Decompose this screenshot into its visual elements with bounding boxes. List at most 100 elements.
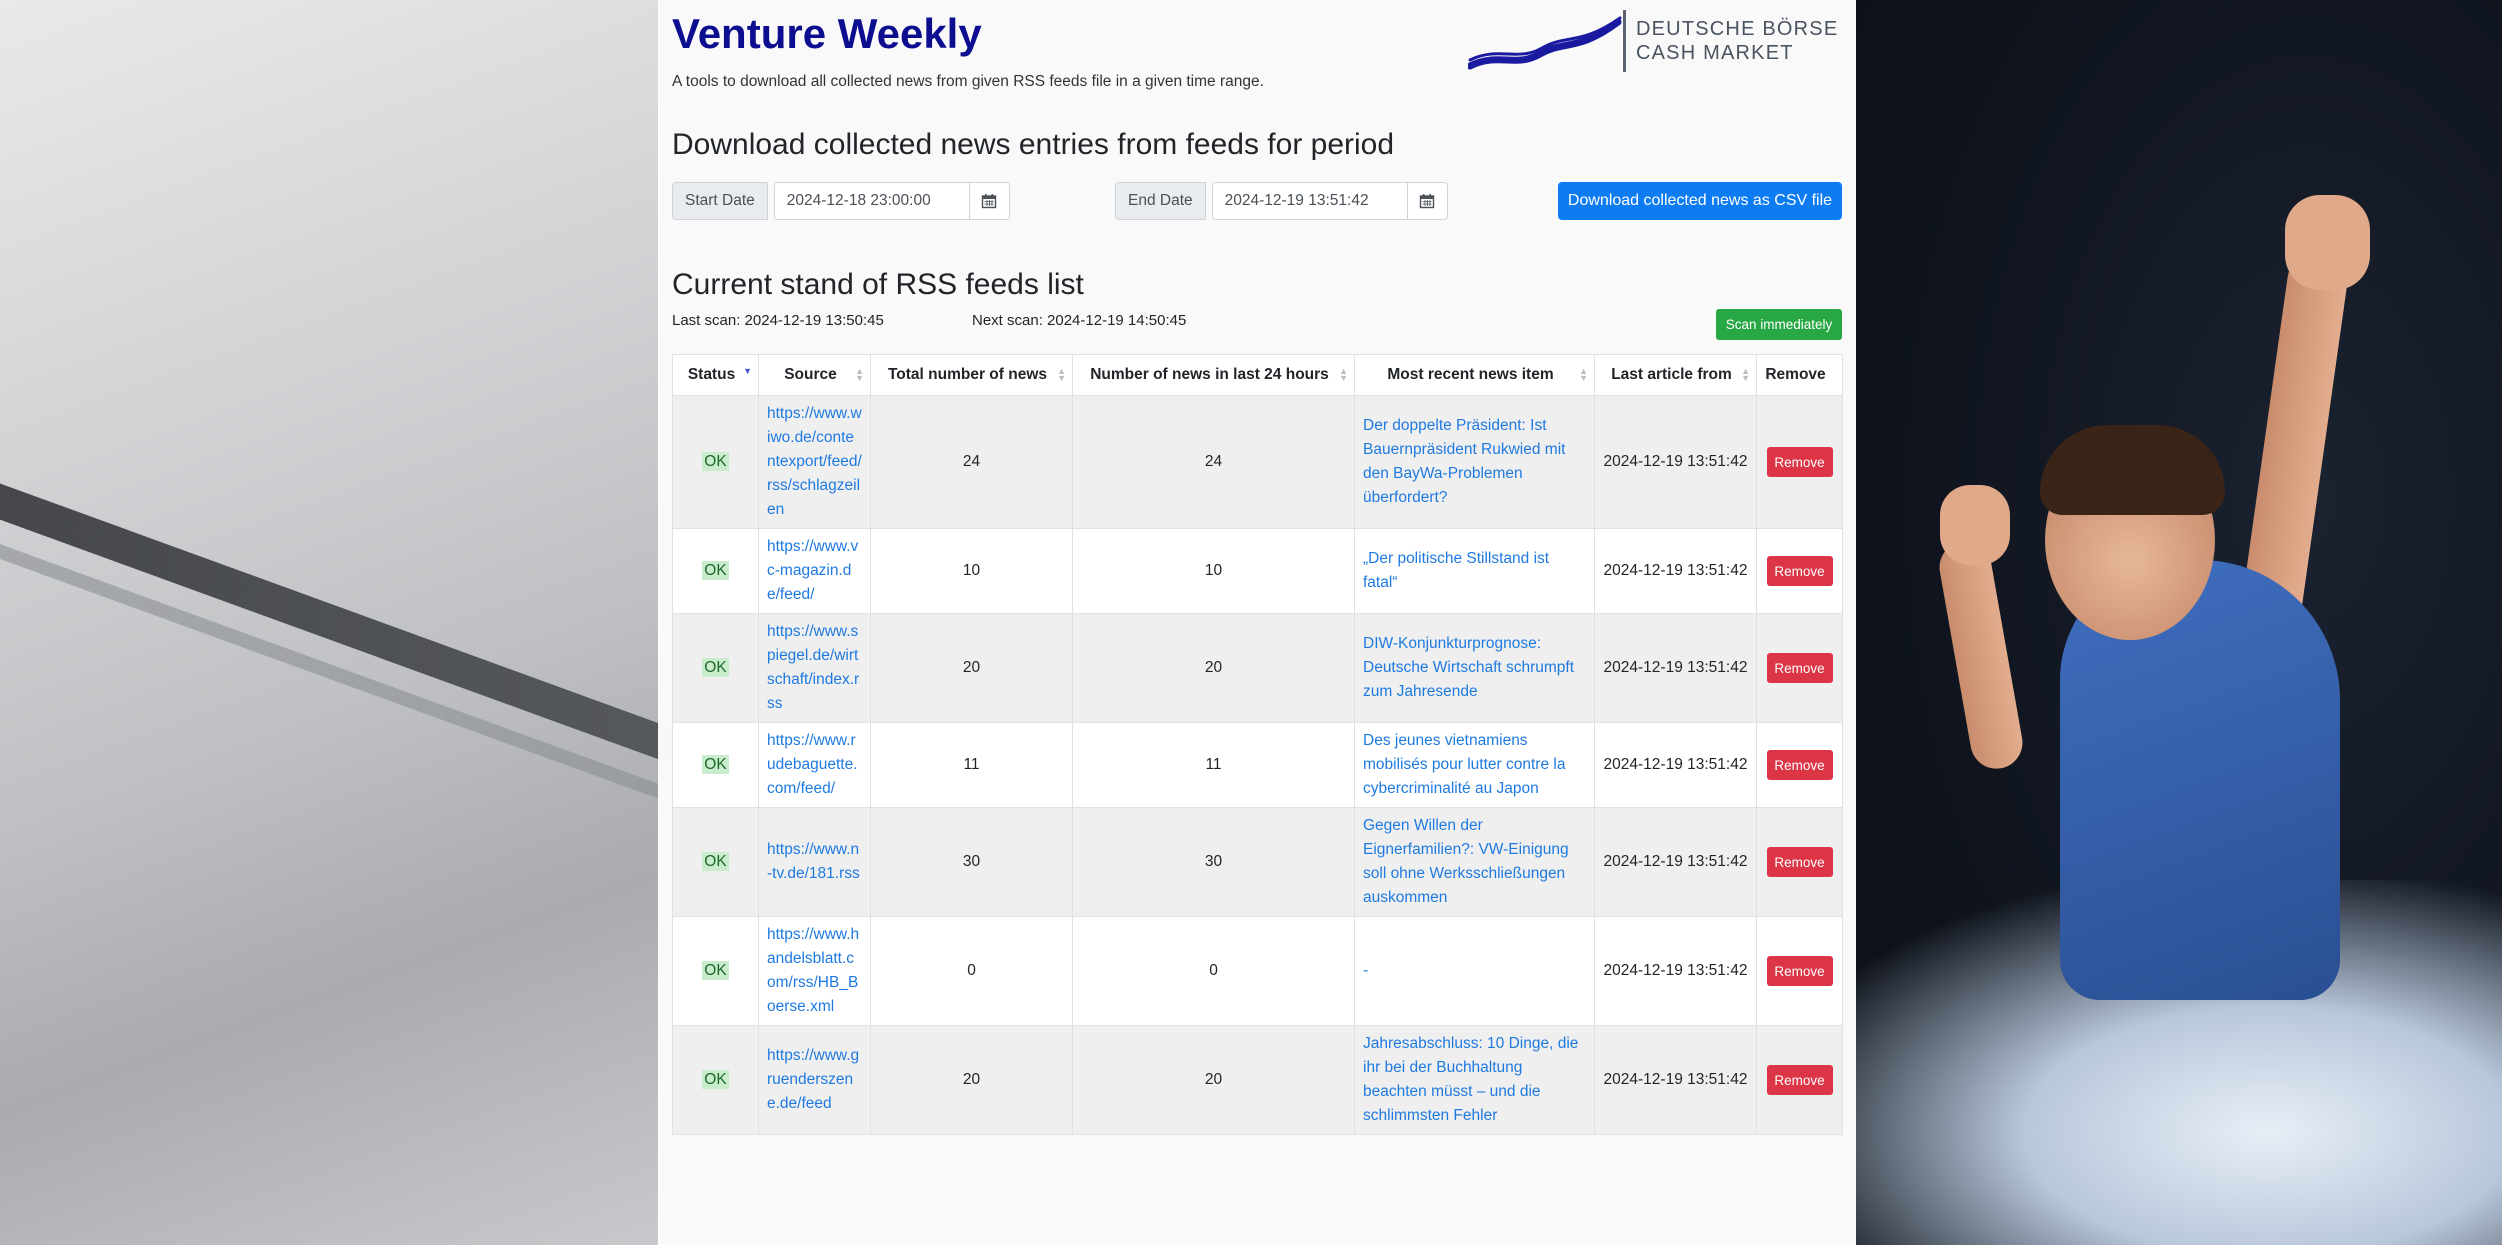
status-badge: OK [702,1070,729,1089]
source-link[interactable]: https://www.wiwo.de/contentexport/feed/r… [767,405,862,518]
end-date-group: End Date [1115,182,1448,220]
status-cell: OK [672,807,759,917]
remove-cell: Remove [1756,395,1843,529]
source-cell: https://www.spiegel.de/wirtschaft/index.… [758,613,871,723]
recent-cell: - [1354,916,1595,1026]
source-cell: https://www.wiwo.de/contentexport/feed/r… [758,395,871,529]
recent-cell: DIW-Konjunkturprognose: Deutsche Wirtsch… [1354,613,1595,723]
column-header-source[interactable]: Source ▲ ▼ [758,354,871,396]
main-panel: Venture Weekly A tools to download all c… [658,0,1856,1245]
last-article-cell: 2024-12-19 13:51:42 [1594,528,1757,614]
start-date-picker-button[interactable] [969,182,1010,220]
download-csv-button[interactable]: Download collected news as CSV file [1558,182,1842,220]
source-link[interactable]: https://www.n-tv.de/181.rss [767,841,860,882]
download-heading: Download collected news entries from fee… [672,128,1395,161]
start-date-group: Start Date [672,182,1010,220]
remove-button[interactable]: Remove [1766,956,1833,986]
background-beam [0,530,677,804]
recent-news-link[interactable]: Der doppelte Präsident: Ist Bauernpräsid… [1363,417,1565,506]
end-date-picker-button[interactable] [1407,182,1448,220]
table-row: OK https://www.handelsblatt.com/rss/HB_B… [672,916,1843,1026]
table-row: OK https://www.vc-magazin.de/feed/ 10 10… [672,528,1843,614]
source-cell: https://www.handelsblatt.com/rss/HB_Boer… [758,916,871,1026]
last-article-cell: 2024-12-19 13:51:42 [1594,395,1757,529]
person-fist [1940,485,2010,565]
remove-button[interactable]: Remove [1766,847,1833,877]
end-date-label: End Date [1115,182,1206,220]
app-title: Venture Weekly [672,10,982,57]
column-header-label: Total number of news [887,366,1048,383]
sort-icon: ▲ ▼ [1339,366,1348,383]
remove-cell: Remove [1756,1025,1843,1135]
background-photo-left [0,0,680,1245]
column-header-label: Last article from [1611,366,1732,383]
recent-cell: Gegen Willen der Eignerfamilien?: VW-Ein… [1354,807,1595,917]
source-link[interactable]: https://www.gruenderszene.de/feed [767,1047,859,1112]
last-scan-text: Last scan: 2024-12-19 13:50:45 [672,312,884,329]
sort-desc-icon: ▼ [743,366,752,376]
status-cell: OK [672,916,759,1026]
background-beam [0,471,680,763]
logo-wave-icon [1468,16,1622,70]
source-link[interactable]: https://www.handelsblatt.com/rss/HB_Boer… [767,926,859,1015]
source-link[interactable]: https://www.spiegel.de/wirtschaft/index.… [767,623,859,712]
recent-cell: Jahresabschluss: 10 Dinge, die ihr bei d… [1354,1025,1595,1135]
column-header-last-article[interactable]: Last article from ▲ ▼ [1594,354,1757,396]
status-badge: OK [702,452,729,471]
scan-immediately-button[interactable]: Scan immediately [1716,309,1842,340]
remove-button[interactable]: Remove [1766,1065,1833,1095]
column-header-last24[interactable]: Number of news in last 24 hours ▲ ▼ [1072,354,1355,396]
remove-button[interactable]: Remove [1766,556,1833,586]
column-header-label: Source [784,366,837,383]
recent-news-link[interactable]: Gegen Willen der Eignerfamilien?: VW-Ein… [1363,817,1569,906]
remove-button[interactable]: Remove [1766,447,1833,477]
last-article-cell: 2024-12-19 13:51:42 [1594,722,1757,808]
sort-icon: ▲ ▼ [1057,366,1066,383]
status-cell: OK [672,528,759,614]
total-cell: 20 [870,1025,1073,1135]
total-cell: 30 [870,807,1073,917]
column-header-label: Number of news in last 24 hours [1090,366,1329,383]
app-subtitle: A tools to download all collected news f… [672,73,1264,90]
start-date-input[interactable] [773,182,970,220]
last24-cell: 0 [1072,916,1355,1026]
source-link[interactable]: https://www.rudebaguette.com/feed/ [767,732,858,797]
column-header-status[interactable]: Status ▼ [672,354,759,396]
source-link[interactable]: https://www.vc-magazin.de/feed/ [767,538,858,603]
status-cell: OK [672,395,759,529]
last24-cell: 11 [1072,722,1355,808]
recent-news-link[interactable]: DIW-Konjunkturprognose: Deutsche Wirtsch… [1363,635,1574,700]
recent-news-link[interactable]: Des jeunes vietnamiens mobilisés pour lu… [1363,732,1565,797]
next-scan-text: Next scan: 2024-12-19 14:50:45 [972,312,1187,329]
last24-cell: 20 [1072,1025,1355,1135]
remove-button[interactable]: Remove [1766,653,1833,683]
recent-cell: „Der politische Stillstand ist fatal“ [1354,528,1595,614]
table-row: OK https://www.n-tv.de/181.rss 30 30 Geg… [672,807,1843,917]
remove-cell: Remove [1756,916,1843,1026]
feeds-table: Status ▼ Source ▲ ▼ Total number of news ▲ ▼ … [672,354,1843,1135]
end-date-input[interactable] [1211,182,1408,220]
column-header-label: Remove [1765,366,1826,383]
recent-cell: Des jeunes vietnamiens mobilisés pour lu… [1354,722,1595,808]
table-row: OK https://www.rudebaguette.com/feed/ 11… [672,722,1843,808]
table-row: OK https://www.gruenderszene.de/feed 20 … [672,1025,1843,1135]
column-header-recent[interactable]: Most recent news item ▲ ▼ [1354,354,1595,396]
source-cell: https://www.n-tv.de/181.rss [758,807,871,917]
total-cell: 0 [870,916,1073,1026]
logo-line-2: CASH MARKET [1636,42,1794,64]
status-badge: OK [702,961,729,980]
recent-cell: Der doppelte Präsident: Ist Bauernpräsid… [1354,395,1595,529]
remove-button[interactable]: Remove [1766,750,1833,780]
recent-news-link[interactable]: „Der politische Stillstand ist fatal“ [1363,550,1549,591]
remove-cell: Remove [1756,807,1843,917]
remove-cell: Remove [1756,528,1843,614]
last24-cell: 24 [1072,395,1355,529]
status-cell: OK [672,722,759,808]
total-cell: 20 [870,613,1073,723]
recent-news-link[interactable]: - [1363,962,1368,979]
person-fist [2285,195,2370,290]
remove-cell: Remove [1756,613,1843,723]
column-header-total[interactable]: Total number of news ▲ ▼ [870,354,1073,396]
column-header-label: Status [687,366,736,383]
recent-news-link[interactable]: Jahresabschluss: 10 Dinge, die ihr bei d… [1363,1035,1578,1124]
